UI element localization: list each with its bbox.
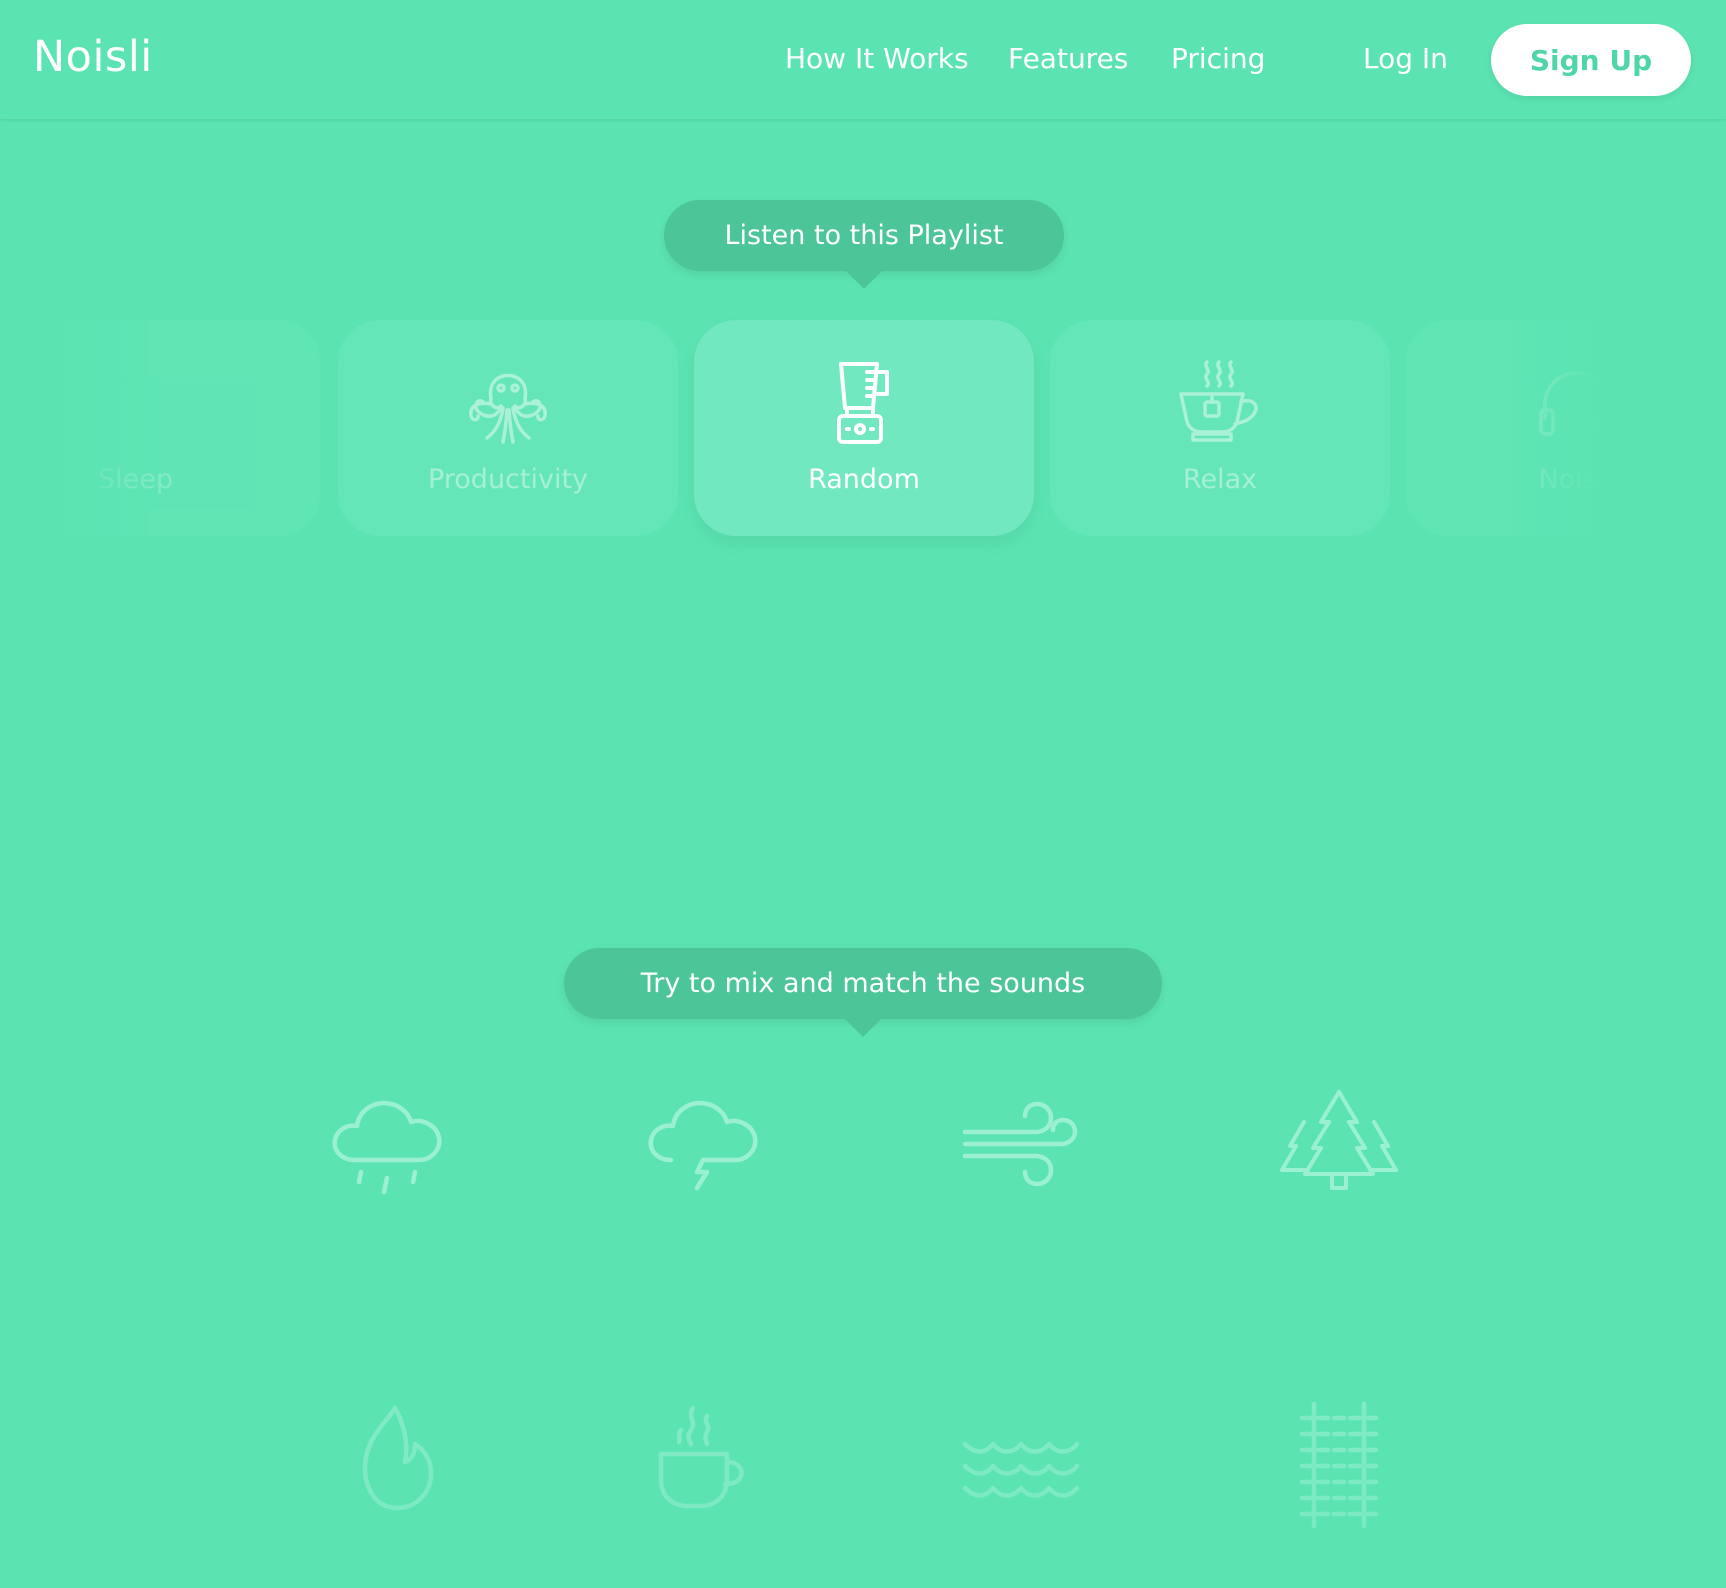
sound-wind[interactable] (957, 1080, 1087, 1210)
playlist-card-label: Relax (1182, 464, 1258, 495)
sound-rain[interactable] (325, 1080, 455, 1210)
signup-button[interactable]: Sign Up (1491, 24, 1691, 96)
waves-icon (962, 1441, 1080, 1498)
sounds-prompt-bubble: Try to mix and match the sounds (564, 948, 1162, 1037)
playlist-card-productivity[interactable]: Productivity (338, 320, 678, 536)
playlist-card-label: Noise (1538, 464, 1614, 495)
login-link[interactable]: Log In (1363, 42, 1448, 75)
tea-cup-icon (1179, 360, 1258, 442)
thunderstorm-icon (648, 1100, 758, 1191)
train-track-icon (1299, 1401, 1379, 1529)
sound-train[interactable] (1274, 1400, 1404, 1530)
sleep-zzz-icon (90, 358, 210, 458)
playlist-prompt-bubble: Listen to this Playlist (664, 200, 1064, 289)
playlist-card-relax[interactable]: Relax (1050, 320, 1390, 536)
playlist-card-random[interactable]: Random (694, 320, 1034, 536)
coffee-icon (658, 1405, 744, 1509)
nav-how-it-works[interactable]: How It Works (785, 42, 969, 75)
sound-thunderstorm[interactable] (641, 1080, 771, 1210)
octopus-icon (469, 373, 547, 444)
nav-pricing[interactable]: Pricing (1171, 42, 1265, 75)
wind-icon (962, 1101, 1078, 1187)
sound-coffee-shop[interactable] (641, 1400, 771, 1530)
forest-icon (1280, 1090, 1398, 1190)
nav-features[interactable]: Features (1008, 42, 1128, 75)
playlist-card-label: Sleep (97, 464, 173, 495)
sound-waves[interactable] (957, 1400, 1087, 1530)
headphones-icon (1539, 371, 1613, 436)
lower-fade (0, 1330, 1726, 1588)
blender-icon (837, 362, 889, 444)
sound-forest[interactable] (1274, 1080, 1404, 1210)
playlist-card-label: Random (808, 464, 920, 495)
playlist-card-label: Productivity (427, 464, 589, 495)
sound-fire[interactable] (325, 1400, 455, 1530)
playlist-card-noise[interactable]: Noise (1406, 320, 1726, 536)
rain-icon (332, 1100, 442, 1195)
fire-icon (362, 1405, 434, 1511)
logo[interactable]: Noisli (33, 32, 153, 82)
top-navigation-bar: Noisli How It Works Features Pricing Log… (0, 0, 1726, 119)
playlist-card-sleep[interactable]: Sleep (0, 320, 320, 536)
